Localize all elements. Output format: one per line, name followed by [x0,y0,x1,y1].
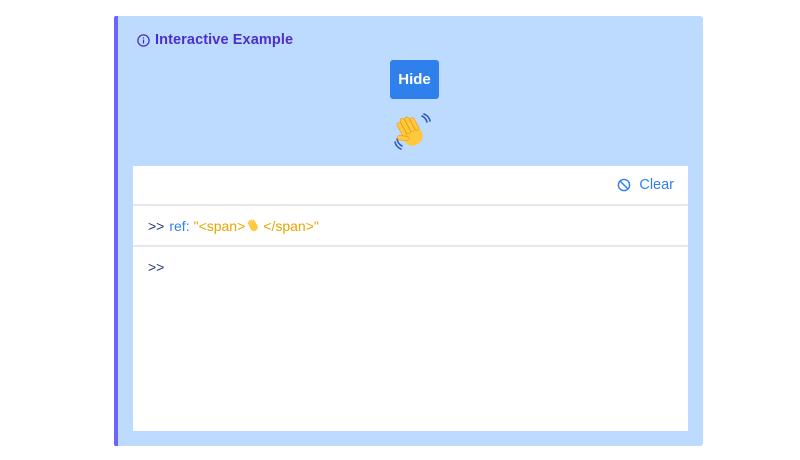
example-title: Interactive Example [155,32,294,48]
console-toolbar: Clear [133,166,688,206]
log-prompt: >> [148,217,165,234]
clear-button-label: Clear [639,177,674,193]
input-prompt: >> [148,259,165,275]
log-value-start: "<span> [193,217,246,234]
interactive-example-panel: Interactive Example Hide Clear >> ref: "… [114,16,703,446]
hide-button[interactable]: Hide [390,60,439,99]
console-log-entry: >> ref: "<span> </span>" [133,206,688,247]
example-header: Interactive Example [137,32,293,48]
clear-button[interactable]: Clear [617,177,674,193]
log-key: ref: [169,217,190,234]
info-icon [137,33,150,47]
console-panel: Clear >> ref: "<span> </span>" >> [133,166,688,431]
console-input-line[interactable]: >> [133,247,688,287]
waving-hand-icon [393,113,433,153]
log-value: "<span> </span>" [194,218,319,234]
log-value-end: </span>" [263,217,319,234]
waving-hand-icon [246,218,262,234]
no-entry-icon [617,178,631,192]
